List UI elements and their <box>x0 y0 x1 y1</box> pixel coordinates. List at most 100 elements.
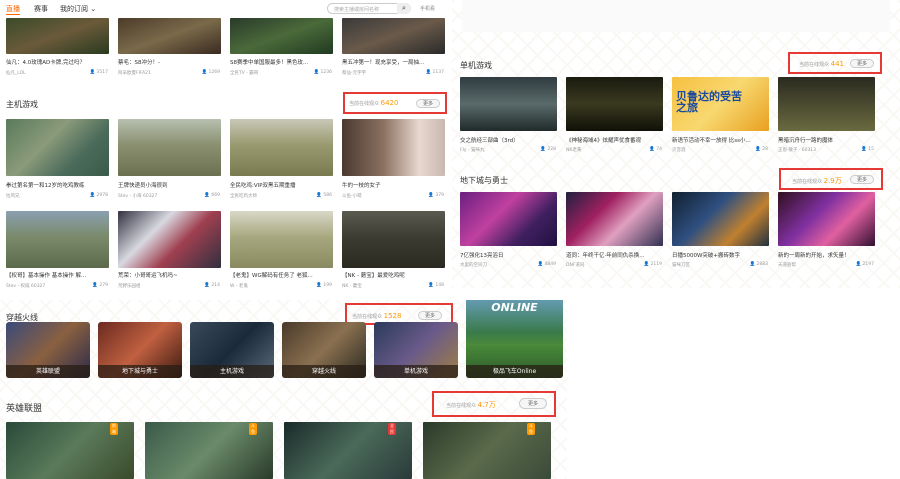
streamer-name: 仙凡_LOL <box>6 71 26 76</box>
top-nav: 直播 赛事 我的订阅 ⌄ 搜索主播或房间名称 ⌕ 手机看 <box>0 0 467 16</box>
stream-thumbnail <box>6 211 109 268</box>
tab-subscriptions[interactable]: 我的订阅 ⌄ <box>60 4 96 14</box>
viewer-count: 👤 4849 <box>537 262 557 267</box>
stream-title: 荒荣：小哥哥运飞机吗~ <box>118 273 178 279</box>
category-card-crossfire[interactable]: 穿越火线 <box>282 322 366 378</box>
stream-title: 王牌快递员小海很到 <box>118 183 168 189</box>
section-title-dnf: 地下城与勇士 <box>460 176 508 185</box>
lower-left-panel: 穿越火线 当前在线观众 1528 更多 英雄联盟 地下城与勇士 主机游戏 穿越火… <box>0 300 567 479</box>
viewer-count: 👤 2883 <box>749 262 769 267</box>
stream-thumbnail <box>342 18 445 54</box>
stream-title: 道同：年终干亿·年前同仇杀换... <box>566 253 645 259</box>
viewer-count: 👤 28 <box>755 147 768 152</box>
stream-title: 黑五冲第一！现充享受，一局抽... <box>342 60 425 66</box>
stream-title: 7亿强化13亮浴日 <box>460 253 504 259</box>
viewer-count: 👤 669 <box>204 193 220 198</box>
streamer-name: DNF道同 <box>566 263 585 268</box>
streamer-name: Fly - 猫咪丸 <box>460 148 485 153</box>
streamer-name: 天道丽帮 <box>778 263 796 268</box>
stream-title: 【老鬼】WG解码有任务了 老狐... <box>230 273 313 279</box>
stream-thumbnail <box>778 192 875 246</box>
platform-badge: 斗鱼 <box>249 423 257 435</box>
viewer-count: 👤 148 <box>428 283 444 288</box>
category-label: 英雄联盟 <box>6 365 90 378</box>
stream-title: 全民吃鸡:VIP双黑五期重播 <box>230 183 296 189</box>
viewer-count: 👤 214 <box>204 283 220 288</box>
stream-title: 蔡毛：S8冲分！- <box>118 60 160 66</box>
highlight-box <box>432 391 556 417</box>
stream-thumbnail <box>118 18 221 54</box>
stream-title: 仙凡：4.0玫瑰AD卡牌,完过吗？ <box>6 60 85 66</box>
stream-title: 新的一周新的开始，求矢量！ <box>778 253 850 259</box>
streamer-name: 贝音酒 <box>672 148 686 153</box>
category-card-console[interactable]: 主机游戏 <box>190 322 274 378</box>
streamer-name: 阿辛欧夏FIFA21 <box>118 71 151 76</box>
stream-thumbnail <box>778 77 875 131</box>
magnifier-icon[interactable]: ⌕ <box>397 3 411 14</box>
viewer-count: 👤 74 <box>649 147 662 152</box>
platform-badge: 前端 <box>110 423 118 435</box>
streamer-name: Stev - 小海 60327 <box>118 194 158 199</box>
streamer-name: NK - 蘑宝 <box>342 284 362 289</box>
stream-title: 新语节活动不幸一放得 比ss小... <box>672 138 751 144</box>
racing-banner-text: ONLINE <box>491 301 538 314</box>
streamer-name: 猫咪刀区 <box>672 263 690 268</box>
stream-thumbnail <box>230 119 333 176</box>
category-card-dnf[interactable]: 地下城与勇士 <box>98 322 182 378</box>
highlight-box <box>788 52 882 74</box>
viewer-count: 👤 279 <box>92 283 108 288</box>
viewer-count: 👤 2978 <box>89 193 109 198</box>
viewer-count: 👤 1236 <box>313 70 333 75</box>
stream-thumbnail <box>566 77 663 131</box>
stream-thumbnail <box>230 18 333 54</box>
streamer-name: Stev - 权威 60327 <box>6 284 46 289</box>
stream-thumbnail <box>342 211 445 268</box>
stream-title: S8赛季中单国服最多！黑色玫... <box>230 60 309 66</box>
tab-live[interactable]: 直播 <box>6 4 20 15</box>
category-label: 主机游戏 <box>190 365 274 378</box>
viewer-count: 👤 2119 <box>643 262 663 267</box>
streamer-name: W - 老鬼 <box>230 284 248 289</box>
section-title-console: 主机游戏 <box>6 100 38 109</box>
category-label: 地下城与勇士 <box>98 365 182 378</box>
viewer-count: 👤 2197 <box>855 262 875 267</box>
streamer-name: 水里的空间刀 <box>460 263 487 268</box>
viewer-count: 👤 379 <box>428 193 444 198</box>
right-panel: 单机游戏 当前在线观众 441 更多 交之航经三部曲（3rd） Fly - 猫咪… <box>452 0 900 288</box>
streamer-name: 斗鱼-小萌 <box>342 194 362 199</box>
streamer-name: 拉风兄 <box>6 194 20 199</box>
stream-thumbnail <box>566 192 663 246</box>
streamer-name: 正恩·敬子 · 60313 <box>778 148 817 153</box>
stream-title: 黑暗沉舟行一路的魔体 <box>778 138 834 144</box>
stream-title: 牛的一枝的女子 <box>342 183 381 189</box>
category-card-lol[interactable]: 英雄联盟 <box>6 322 90 378</box>
stream-title: 交之航经三部曲（3rd） <box>460 138 519 144</box>
stream-thumbnail <box>118 211 221 268</box>
platform-badge: 全民 <box>388 423 396 435</box>
category-card-single-player[interactable]: 单机游戏 <box>374 322 458 378</box>
previous-row-strip <box>462 0 890 32</box>
stream-title: 日播5000W突破+搬砖数字 <box>672 253 741 259</box>
stream-thumbnail <box>6 18 109 54</box>
left-panel: 直播 赛事 我的订阅 ⌄ 搜索主播或房间名称 ⌕ 手机看 仙凡：4.0玫瑰AD卡… <box>0 0 467 306</box>
platform-badge: 斗鱼 <box>527 423 535 435</box>
tab-events[interactable]: 赛事 <box>34 4 48 14</box>
category-label: 单机游戏 <box>374 365 458 378</box>
mobile-watch-link[interactable]: 手机看 <box>420 5 435 12</box>
highlight-box <box>343 92 447 114</box>
viewer-count: 👤 1137 <box>425 70 445 75</box>
viewer-count: 👤 15 <box>861 147 874 152</box>
stream-thumbnail <box>342 119 445 176</box>
stream-thumbnail <box>460 192 557 246</box>
category-card-racing[interactable]: ONLINE 极品飞车Online <box>466 300 563 378</box>
streamer-name: NK老黄 <box>566 148 582 153</box>
section-title-single-player: 单机游戏 <box>460 61 492 70</box>
streamer-name: 荒野乐园组 <box>118 284 141 289</box>
stream-banner-text: 贝鲁达的受苦之旅 <box>676 90 742 114</box>
streamer-name: 蔡仙-元宇宇 <box>342 71 367 76</box>
stream-title: 拳过第名第一和12岁的吃鸡教练 <box>6 183 85 189</box>
stream-thumbnail <box>460 77 557 131</box>
highlight-box <box>779 168 883 190</box>
viewer-count: 👤 3517 <box>89 70 109 75</box>
category-label: 穿越火线 <box>282 365 366 378</box>
